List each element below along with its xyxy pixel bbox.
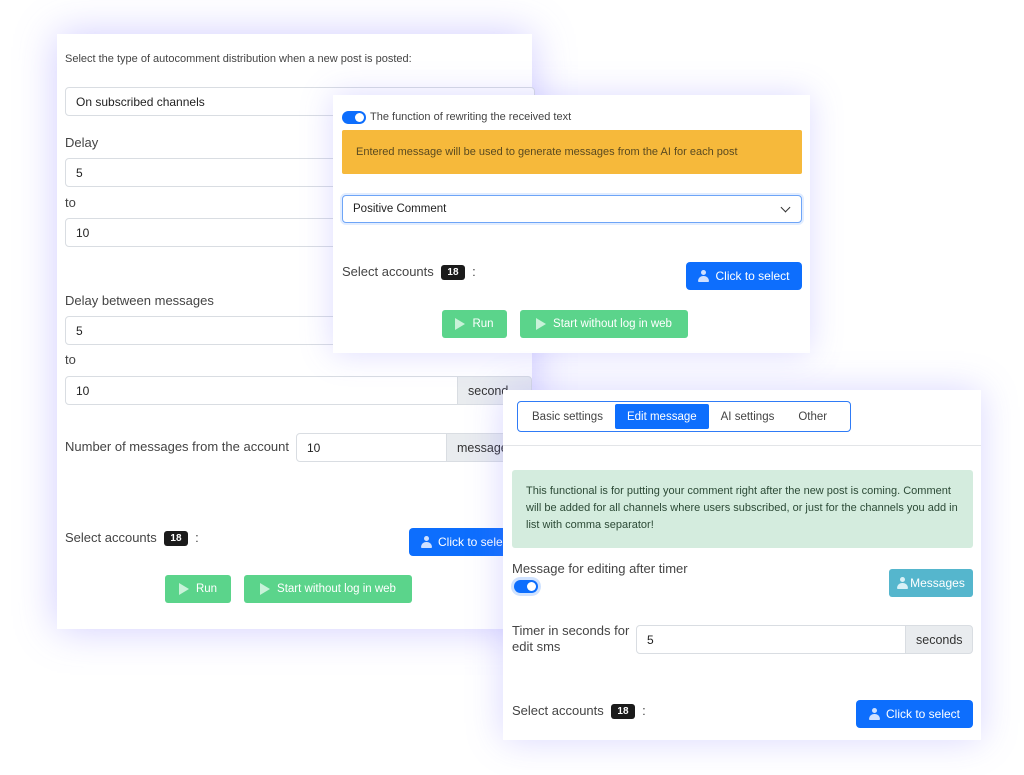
start-without-log-label: Start without log in web bbox=[277, 583, 396, 595]
play-icon bbox=[260, 583, 271, 595]
edit-after-timer-label: Message for editing after timer bbox=[512, 561, 688, 576]
timer-input[interactable]: 5 bbox=[636, 625, 906, 654]
settings-tabs: Basic settings Edit message AI settings … bbox=[517, 401, 851, 432]
ai-rewrite-card: The function of rewriting the received t… bbox=[333, 95, 810, 353]
chevron-down-icon bbox=[780, 202, 791, 213]
run-button[interactable]: Run bbox=[165, 575, 231, 603]
select-accounts-row: Select accounts 18 : bbox=[512, 703, 646, 720]
run-button[interactable]: Run bbox=[442, 310, 507, 338]
tab-basic-settings[interactable]: Basic settings bbox=[520, 404, 615, 429]
user-icon bbox=[868, 708, 880, 720]
comment-type-select[interactable]: Positive Comment bbox=[342, 195, 802, 223]
click-to-select-label: Click to select bbox=[438, 535, 513, 549]
rewrite-toggle[interactable] bbox=[342, 111, 366, 124]
click-to-select-label: Click to select bbox=[885, 707, 961, 721]
user-icon bbox=[897, 577, 909, 589]
accounts-count-badge: 18 bbox=[164, 531, 188, 547]
num-messages-input[interactable]: 10 bbox=[296, 433, 447, 462]
user-icon bbox=[698, 270, 710, 282]
run-label: Run bbox=[195, 583, 218, 595]
between-to-label: to bbox=[65, 352, 76, 367]
rewrite-toggle-label: The function of rewriting the received t… bbox=[370, 111, 572, 123]
click-to-select-button[interactable]: Click to select bbox=[856, 700, 973, 728]
edit-after-timer-toggle[interactable] bbox=[514, 580, 538, 593]
select-accounts-label: Select accounts bbox=[65, 530, 157, 545]
delay-to-label: to bbox=[65, 195, 76, 210]
start-without-log-button[interactable]: Start without log in web bbox=[244, 575, 412, 603]
accounts-count-badge: 18 bbox=[441, 265, 465, 281]
run-label: Run bbox=[472, 318, 494, 330]
select-accounts-row: Select accounts 18 : bbox=[342, 264, 476, 281]
play-icon bbox=[455, 318, 466, 330]
info-alert: This functional is for putting your comm… bbox=[512, 470, 973, 548]
ai-warning-alert: Entered message will be used to generate… bbox=[342, 130, 802, 174]
tab-ai-settings[interactable]: AI settings bbox=[709, 404, 787, 429]
select-accounts-label: Select accounts bbox=[342, 264, 434, 279]
select-accounts-row: Select accounts 18 : bbox=[65, 530, 199, 547]
between-to-input[interactable]: 10 bbox=[65, 376, 458, 405]
seconds-addon: seconds bbox=[905, 625, 973, 654]
colon: : bbox=[472, 264, 476, 279]
colon: : bbox=[642, 703, 646, 718]
accounts-count-badge: 18 bbox=[611, 704, 635, 720]
tab-edit-message[interactable]: Edit message bbox=[614, 404, 709, 429]
start-without-log-label: Start without log in web bbox=[553, 318, 672, 330]
comment-type-value: Positive Comment bbox=[353, 203, 447, 215]
delay-between-label: Delay between messages bbox=[65, 293, 214, 308]
delay-label: Delay bbox=[65, 135, 99, 150]
user-icon bbox=[421, 536, 432, 548]
start-without-log-button[interactable]: Start without log in web bbox=[520, 310, 688, 338]
play-icon bbox=[178, 583, 189, 595]
messages-button[interactable]: Messages bbox=[889, 569, 973, 597]
distribution-type-label: Select the type of autocomment distribut… bbox=[65, 53, 412, 65]
tabs-divider bbox=[503, 445, 981, 446]
timer-label: Timer in seconds for edit sms bbox=[512, 623, 630, 654]
click-to-select-label: Click to select bbox=[715, 269, 790, 283]
click-to-select-button[interactable]: Click to select bbox=[686, 262, 802, 290]
colon: : bbox=[195, 530, 199, 545]
num-messages-label: Number of messages from the account bbox=[65, 439, 289, 454]
messages-label: Messages bbox=[910, 576, 965, 590]
edit-message-card: Basic settings Edit message AI settings … bbox=[503, 390, 981, 740]
tab-other[interactable]: Other bbox=[786, 404, 839, 429]
select-accounts-label: Select accounts bbox=[512, 703, 604, 718]
play-icon bbox=[536, 318, 547, 330]
